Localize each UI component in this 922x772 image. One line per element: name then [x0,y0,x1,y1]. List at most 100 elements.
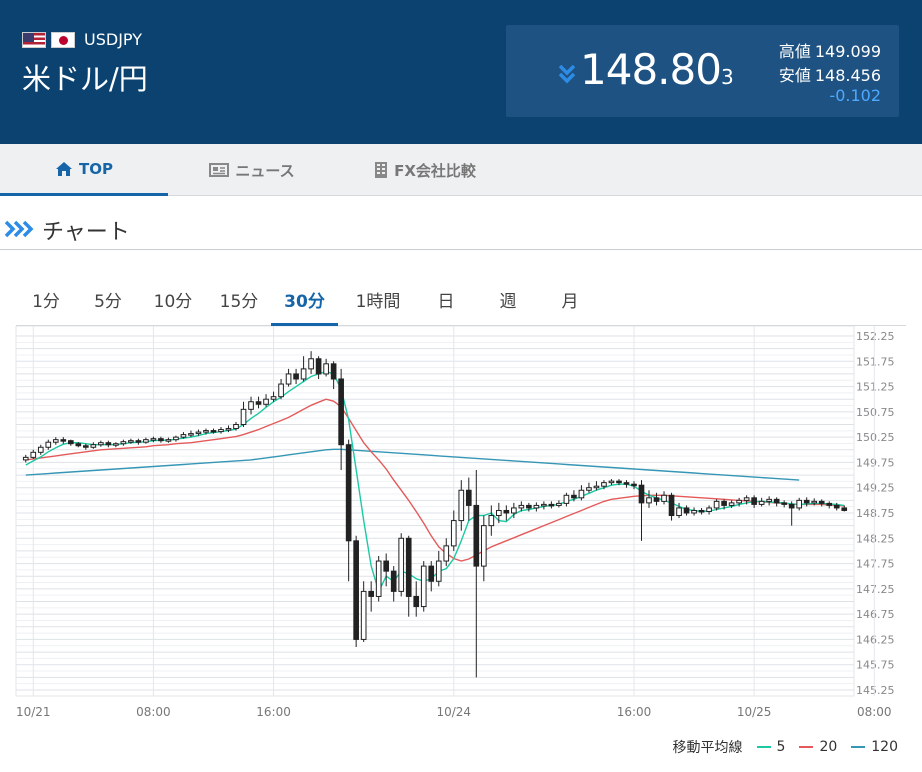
candle [150,438,157,441]
candle [330,363,337,380]
candle [300,368,307,380]
y-tick-label: 147.75 [856,558,895,571]
candle [818,500,825,504]
legend-ma5: 5 [776,739,786,755]
timeframe-15m[interactable]: 15分 [214,282,264,326]
candle [390,570,397,592]
timeframe-10m[interactable]: 10分 [148,282,198,326]
candle [240,408,247,426]
candle [578,489,585,499]
quote-header: USDJPY 米ドル/円 148.803 高値 149.099 安値 148.456… [0,0,922,144]
candle [98,442,104,446]
candle [623,482,630,485]
y-tick-label: 147.25 [856,583,895,596]
candle [683,507,690,514]
pair-flags: USDJPY [22,30,142,49]
x-tick-label: 16:00 [617,705,652,719]
tab-top-label: TOP [79,159,113,178]
building-icon [375,162,388,178]
candle [736,499,742,504]
moving-average-legend: 移動平均線 5 20 120 [673,737,898,757]
candle [428,565,435,582]
x-tick-label: 10/24 [436,705,471,719]
pair-name: 米ドル/円 [22,62,148,96]
candle [52,439,59,443]
legend-swatch-ma20 [799,746,814,748]
candle [698,509,705,513]
candlestick-chart[interactable]: 152.25 151.75 151.25 150.75 150.25 149.75 149.… [0,326,922,726]
candle [128,440,134,443]
candle [458,489,465,522]
candle [728,502,735,506]
rate-small-digit: 3 [720,65,734,89]
tab-top[interactable]: TOP [0,144,168,196]
y-tick-label: 151.25 [856,381,895,394]
candle [203,430,209,433]
tab-fx-compare[interactable]: FX会社比較 [336,144,514,196]
candle [503,509,510,514]
candle [120,441,127,445]
candle [826,502,833,506]
y-tick-label: 145.25 [856,684,895,697]
candle [315,358,322,375]
newspaper-icon [209,163,230,177]
candle [571,494,577,499]
candle [218,429,224,433]
candle [773,498,780,504]
candle [293,373,299,380]
y-tick-label: 151.75 [856,355,895,368]
candle [420,565,427,608]
timeframe-month[interactable]: 月 [550,282,590,326]
candle [37,446,44,453]
legend-ma20: 20 [819,739,838,755]
tab-news[interactable]: ニュース [168,144,336,196]
price-chart[interactable]: 152.25 151.75 151.25 150.75 150.25 149.75 149.… [0,326,922,726]
low-value: 148.456 [814,66,881,85]
x-tick-label: 08:00 [136,705,171,719]
double-chevron-down-icon [558,64,576,84]
y-tick-label: 148.25 [856,532,895,545]
timeframe-day[interactable]: 日 [426,282,466,326]
timeframe-1h[interactable]: 1時間 [346,282,410,326]
timeframe-5m[interactable]: 5分 [86,282,130,326]
candle [248,401,254,410]
y-tick-label: 152.25 [856,330,895,343]
candle [465,489,472,506]
candle [263,398,269,405]
candle [278,383,284,398]
low-label: 安値 [778,66,811,85]
high-label: 高値 [778,42,811,61]
legend-title: 移動平均線 [672,740,743,756]
timeframe-week[interactable]: 週 [488,282,528,326]
candle [518,504,525,509]
candle [375,560,382,597]
candle [616,480,622,484]
timeframe-30m[interactable]: 30分 [271,282,338,326]
legend-swatch-ma5 [756,746,771,748]
japan-flag-icon [51,31,75,48]
main-tabs: TOP ニュース FX会社比較 [0,144,922,196]
pair-code: USDJPY [84,30,142,49]
timeframe-1m[interactable]: 1分 [24,282,68,326]
candle [743,497,750,501]
candle [233,424,239,430]
candle [82,445,89,448]
candle [511,507,517,514]
candle [691,509,697,514]
candle [758,500,765,505]
candle [751,497,757,505]
y-tick-label: 146.25 [856,633,895,646]
candle [435,560,442,582]
candle [323,363,329,375]
candle [285,373,292,385]
candle [90,444,97,448]
candle [653,497,660,502]
candle [706,507,712,512]
candle [443,545,450,562]
candle [450,520,457,547]
candle [45,441,52,448]
candle [405,537,412,597]
candle [67,440,74,445]
us-flag-icon [22,31,46,48]
chevrons-right-icon [4,220,34,238]
